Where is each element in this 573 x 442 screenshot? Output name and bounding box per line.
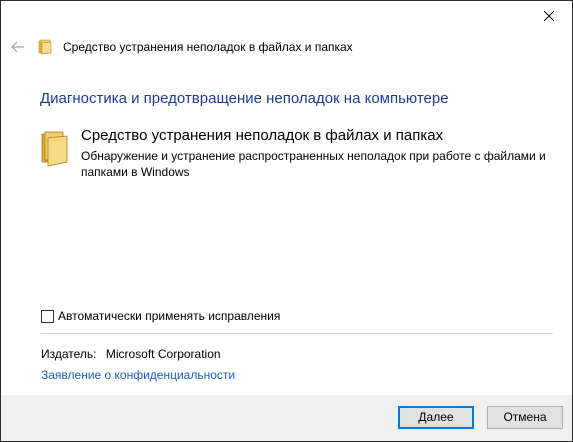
back-arrow-icon[interactable]: [10, 39, 26, 55]
auto-apply-checkbox-row[interactable]: Автоматически применять исправления: [41, 308, 280, 324]
page-heading: Диагностика и предотвращение неполадок н…: [40, 90, 449, 107]
troubleshooter-description: Обнаружение и устранение распространенны…: [81, 149, 546, 179]
cancel-button[interactable]: Отмена: [487, 406, 563, 429]
troubleshooter-window: Средство устранения неполадок в файлах и…: [0, 0, 573, 442]
button-footer: Далее Отмена: [1, 395, 572, 441]
publisher-info: Издатель: Microsoft Corporation: [41, 346, 221, 362]
publisher-label: Издатель:: [41, 347, 97, 361]
auto-apply-label[interactable]: Автоматически применять исправления: [58, 308, 280, 324]
privacy-statement-link[interactable]: Заявление о конфиденциальности: [41, 367, 235, 383]
auto-apply-checkbox[interactable]: [41, 309, 54, 323]
window-title: Средство устранения неполадок в файлах и…: [63, 40, 353, 54]
folder-icon: [41, 131, 68, 167]
publisher-value: Microsoft Corporation: [105, 347, 221, 361]
close-icon: [544, 11, 554, 21]
next-button[interactable]: Далее: [398, 406, 474, 429]
divider: [41, 333, 553, 334]
folder-icon: [38, 39, 52, 55]
close-button[interactable]: [526, 1, 572, 31]
troubleshooter-title: Средство устранения неполадок в файлах и…: [81, 127, 444, 144]
